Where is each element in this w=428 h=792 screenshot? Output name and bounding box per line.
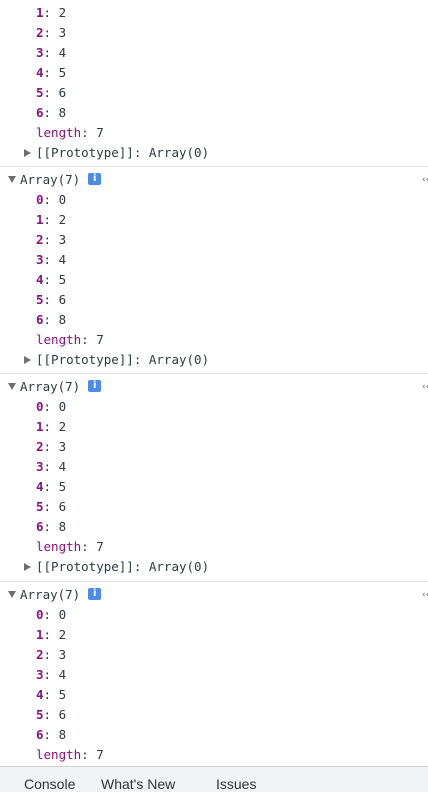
expand-triangle-icon[interactable] [24,148,31,157]
array-entry: 2: 3 [36,25,67,40]
log-separator [0,581,428,582]
log-separator [0,166,428,167]
console-output: 1: 2 2: 3 3: 4 4: 5 5: 6 6: 8 length: 7 … [0,0,428,766]
array-entry: 3: 4 [36,252,67,267]
array-length: length: 7 [36,747,104,762]
array-entry: 6: 8 [36,727,67,742]
array-entry: 0: 0 [36,607,67,622]
array-entry: 3: 4 [36,459,67,474]
info-icon[interactable]: i [88,379,102,392]
array-entry: 5: 6 [36,707,67,722]
array-header[interactable]: Array(7) i [8,585,102,605]
log-separator [0,373,428,374]
array-entry: 4: 5 [36,65,67,80]
source-link[interactable]: ‹‹ [422,174,428,186]
array-entry: 5: 6 [36,85,67,100]
array-entry: 3: 4 [36,45,67,60]
prototype-toggle[interactable]: [[Prototype]]: Array(0) [24,143,209,163]
array-entry: 2: 3 [36,647,67,662]
array-entry: 6: 8 [36,519,67,534]
array-header[interactable]: Array(7) i [8,170,102,190]
info-icon[interactable]: i [88,172,102,185]
prototype-toggle[interactable]: [[Prototype]]: Array(0) [24,350,209,370]
array-entry: 1: 2 [36,212,67,227]
array-entry: 1: 2 [36,627,67,642]
drawer-tab-bar: Console What's New Issues [0,766,428,792]
collapse-triangle-icon[interactable] [8,591,16,598]
array-header[interactable]: Array(7) i [8,377,102,397]
prototype-toggle[interactable]: [[Prototype]]: Array(0) [24,557,209,577]
tab-whats-new[interactable]: What's New [101,776,175,792]
expand-triangle-icon[interactable] [24,355,31,364]
array-entry: 1: 2 [36,5,67,20]
array-entry: 5: 6 [36,292,67,307]
collapse-triangle-icon[interactable] [8,176,16,183]
expand-triangle-icon[interactable] [24,562,31,571]
array-entry: 4: 5 [36,479,67,494]
source-link[interactable]: ‹‹ [422,381,428,393]
array-length: length: 7 [36,539,104,554]
array-entry: 0: 0 [36,192,67,207]
array-entry: 5: 6 [36,499,67,514]
tab-issues[interactable]: Issues [216,776,256,792]
array-length: length: 7 [36,125,104,140]
info-icon[interactable]: i [88,587,102,600]
array-entry: 2: 3 [36,439,67,454]
tab-console[interactable]: Console [24,776,75,792]
array-entry: 4: 5 [36,272,67,287]
array-entry: 6: 8 [36,312,67,327]
array-entry: 4: 5 [36,687,67,702]
array-entry: 0: 0 [36,399,67,414]
collapse-triangle-icon[interactable] [8,383,16,390]
array-length: length: 7 [36,332,104,347]
array-entry: 1: 2 [36,419,67,434]
array-entry: 3: 4 [36,667,67,682]
array-entry: 2: 3 [36,232,67,247]
source-link[interactable]: ‹‹ [422,589,428,601]
array-entry: 6: 8 [36,105,67,120]
